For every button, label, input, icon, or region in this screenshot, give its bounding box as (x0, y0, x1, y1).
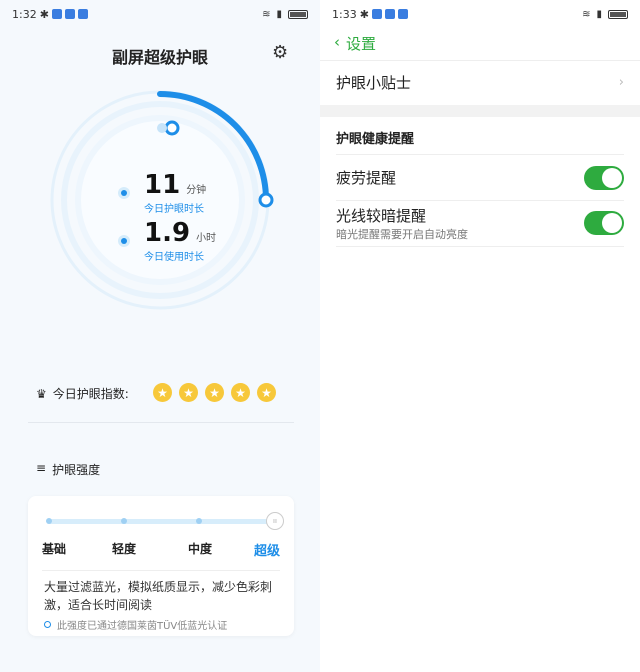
signal-icon: ▮ (596, 8, 602, 20)
wifi-icon: ≋ (582, 8, 591, 20)
bluetooth-icon: ✱ (39, 7, 49, 21)
strength-label: 护眼强度 (52, 463, 101, 477)
status-time: 1:33 (332, 7, 357, 21)
slider-tick (121, 518, 127, 524)
stat-eye-care: 11 分钟 今日护眼时长 (118, 170, 206, 215)
eye-index-label: 今日护眼指数: (52, 387, 129, 401)
status-bar: 1:33 ✱ ≋ ▮ (332, 6, 628, 22)
chevron-right-icon: › (618, 75, 624, 90)
dim-light-row: 光线较暗提醒 暗光提醒需要开启自动亮度 (336, 201, 624, 247)
level-basic[interactable]: 基础 (42, 540, 66, 557)
battery-icon (608, 9, 628, 19)
cloud-icon (371, 9, 382, 19)
star-icon: ★ (205, 383, 224, 402)
level-light[interactable]: 轻度 (112, 540, 136, 557)
dim-light-toggle[interactable] (584, 211, 624, 235)
stat-label: 今日护眼时长 (144, 204, 204, 215)
sliders-icon: ≡ (36, 461, 47, 475)
chevron-left-icon: ‹ (334, 33, 340, 51)
progress-tail-dot (157, 123, 167, 133)
cloud-icon (51, 9, 62, 19)
crown-icon: ♛ (36, 386, 47, 401)
gear-icon[interactable]: ⚙ (272, 42, 288, 63)
divider (28, 422, 294, 423)
dim-light-label: 光线较暗提醒 (336, 207, 427, 225)
slider-tick (196, 518, 202, 524)
shield-icon (64, 9, 75, 19)
cert-note: 此强度已通过德国莱茵TÜV低蓝光认证 (44, 617, 227, 632)
signal-icon: ▮ (276, 8, 282, 20)
fatigue-label: 疲劳提醒 (336, 169, 397, 187)
stat-usage: 1.9 小时 今日使用时长 (118, 218, 216, 263)
progress-end-dot (258, 192, 274, 208)
progress-start-dot (164, 120, 180, 136)
shield-icon (397, 9, 408, 19)
slider-handle[interactable]: ıı (266, 512, 284, 530)
circle-icon (44, 621, 51, 628)
star-icon: ★ (179, 383, 198, 402)
shield-icon (77, 9, 88, 19)
star-icon: ★ (153, 383, 172, 402)
tips-row[interactable]: 护眼小贴士 › (336, 61, 624, 105)
star-icon: ★ (231, 383, 250, 402)
section-header: 护眼健康提醒 (336, 128, 624, 155)
slider-tick (46, 518, 52, 524)
eye-index: ♛ 今日护眼指数: (36, 385, 129, 402)
settings-screen: 1:33 ✱ ≋ ▮ ‹ 设置 护眼小贴士 › 护眼健康提醒 疲劳提醒 光线较暗提醒… (320, 0, 640, 672)
section-gap (320, 105, 640, 117)
wifi-icon: ≋ (262, 8, 271, 20)
stat-value: 1.9 (144, 218, 191, 248)
eye-care-screen: 1:32 ✱ ≋ ▮ 副屏超级护眼 ⚙ 11 分钟 今日护眼时长 1.9 小时 今日使… (0, 0, 320, 672)
strength-description: 大量过滤蓝光，模拟纸质显示，减少色彩刺激，适合长时间阅读 (44, 580, 273, 612)
back-label: 设置 (346, 35, 377, 53)
stat-dot (118, 186, 130, 199)
cert-text: 此强度已通过德国莱茵TÜV低蓝光认证 (57, 621, 228, 632)
fatigue-toggle[interactable] (584, 166, 624, 190)
strength-card: ıı 基础 轻度 中度 超级 大量过滤蓝光，模拟纸质显示，减少色彩刺激，适合长时… (28, 496, 294, 636)
stat-unit: 小时 (196, 233, 217, 244)
stat-label: 今日使用时长 (144, 252, 204, 263)
star-rating: ★ ★ ★ ★ ★ (153, 383, 276, 402)
stat-value: 11 (144, 170, 181, 200)
level-super[interactable]: 超级 (254, 540, 280, 559)
shield-icon (384, 9, 395, 19)
stat-unit: 分钟 (186, 185, 207, 196)
tips-label: 护眼小贴士 (336, 74, 412, 92)
strength-header: ≡ 护眼强度 (36, 461, 100, 478)
status-bar: 1:32 ✱ ≋ ▮ (12, 6, 308, 22)
battery-icon (288, 9, 308, 19)
strength-slider[interactable] (48, 519, 276, 524)
level-medium[interactable]: 中度 (188, 540, 212, 557)
dim-light-sub: 暗光提醒需要开启自动亮度 (336, 228, 468, 241)
divider (42, 570, 280, 571)
status-time: 1:32 (12, 7, 37, 21)
back-button[interactable]: ‹ 设置 (334, 33, 376, 54)
bluetooth-icon: ✱ (359, 7, 369, 21)
star-icon: ★ (257, 383, 276, 402)
stat-dot (118, 234, 130, 247)
fatigue-row: 疲劳提醒 (336, 155, 624, 201)
